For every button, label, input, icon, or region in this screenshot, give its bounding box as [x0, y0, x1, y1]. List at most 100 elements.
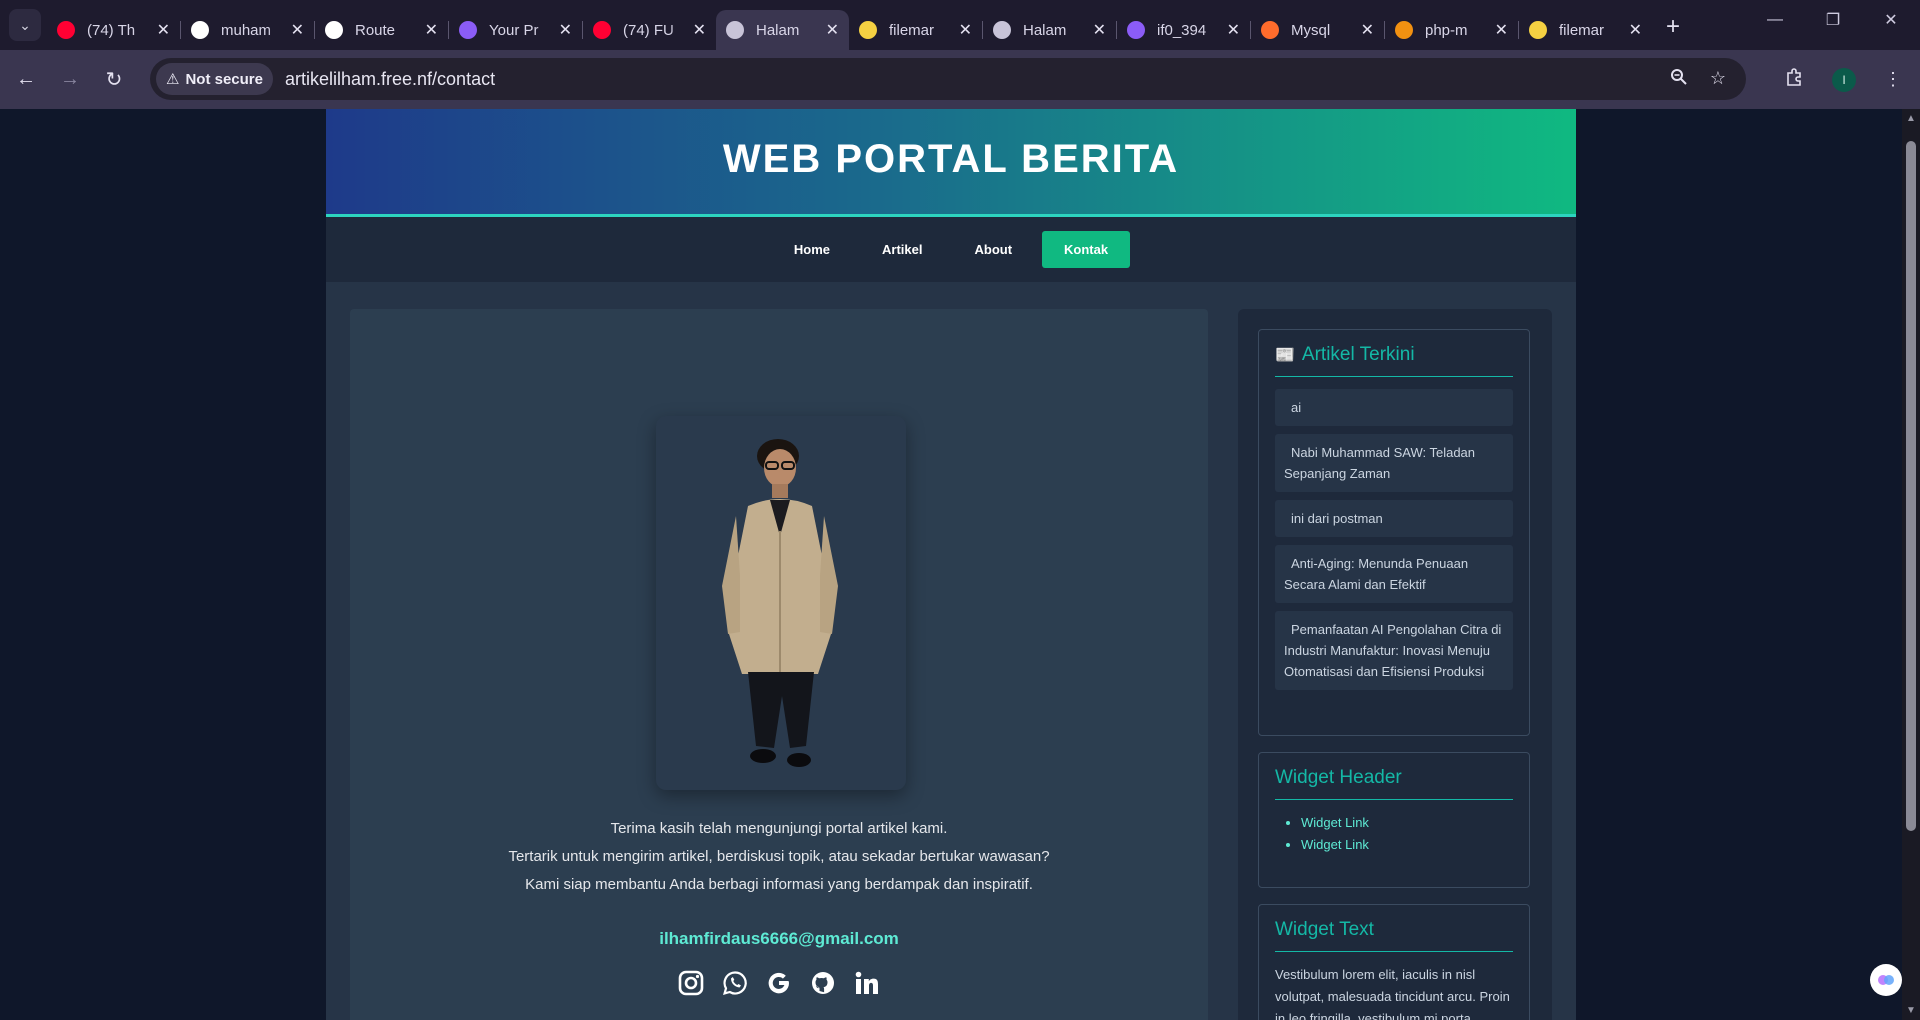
- tab-list: (74) Th ✕ muham ✕ Route ✕ Your Pr ✕ (74) FU ✕ Hala…: [47, 0, 1652, 50]
- back-button[interactable]: ←: [8, 62, 44, 98]
- phpmyadmin-icon: [1395, 21, 1413, 39]
- recent-article-item[interactable]: ini dari postman: [1275, 500, 1513, 537]
- article-list: ai Nabi Muhammad SAW: Teladan Sepanjang Z…: [1259, 389, 1529, 690]
- forward-button[interactable]: →: [52, 62, 88, 98]
- sidebar: 📰 Artikel Terkini ai Nabi Muhammad SAW: T…: [1238, 309, 1552, 1020]
- tab-title: filemar: [1559, 21, 1605, 39]
- recent-article-title: Nabi Muhammad SAW: Teladan Sepanjang Zam…: [1284, 445, 1476, 481]
- site-info-chip[interactable]: ⚠ Not secure: [156, 63, 273, 95]
- whatsapp-icon[interactable]: [720, 968, 750, 998]
- recent-article-title: ini dari postman: [1291, 511, 1383, 526]
- nav-link-about[interactable]: About: [952, 231, 1034, 268]
- github-icon[interactable]: [808, 968, 838, 998]
- contact-email-link[interactable]: ilhamfirdaus6666@gmail.com: [350, 929, 1208, 949]
- google-icon[interactable]: [764, 968, 794, 998]
- tab-title: Halam: [1023, 21, 1067, 39]
- nav-link-artikel[interactable]: Artikel: [860, 231, 944, 268]
- site-title: WEB PORTAL BERITA: [722, 137, 1180, 181]
- browser-tab[interactable]: (74) FU ✕: [583, 10, 716, 50]
- close-tab-icon[interactable]: ✕: [157, 20, 170, 40]
- arrow-left-icon: ←: [16, 68, 36, 90]
- filemanager-icon: [1529, 21, 1547, 39]
- close-tab-icon[interactable]: ✕: [559, 20, 572, 40]
- browser-tab[interactable]: Halam ✕: [716, 10, 849, 50]
- bookmark-star-icon[interactable]: ☆: [1710, 68, 1726, 91]
- recent-article-item[interactable]: Pemanfaatan AI Pengolahan Citra di Indus…: [1275, 611, 1513, 690]
- scroll-up-icon[interactable]: ▲: [1906, 113, 1916, 124]
- widget-title: 📰 Artikel Terkini: [1275, 344, 1513, 377]
- instagram-icon[interactable]: [676, 968, 706, 998]
- browser-tab[interactable]: filemar ✕: [1519, 10, 1652, 50]
- widget-text-box: Widget Text Vestibulum lorem elit, iacul…: [1258, 904, 1530, 1020]
- linkedin-icon[interactable]: [852, 968, 882, 998]
- tab-title: (74) Th: [87, 21, 136, 39]
- close-tab-icon[interactable]: ✕: [1629, 20, 1642, 40]
- widget-link[interactable]: Widget Link: [1301, 812, 1513, 834]
- browser-tab[interactable]: Route ✕: [315, 10, 448, 50]
- browser-tab[interactable]: filemar ✕: [849, 10, 982, 50]
- message-line: Terima kasih telah mengunjungi portal ar…: [610, 820, 948, 837]
- tab-title: if0_394: [1157, 21, 1207, 39]
- tab-title: (74) FU: [623, 21, 674, 39]
- profile-avatar[interactable]: I: [1832, 67, 1856, 92]
- browser-tab-strip: ⌄ (74) Th ✕ muham ✕ Route ✕ Your Pr ✕ (74) FU ✕ Ha…: [0, 0, 1920, 50]
- site-banner: WEB PORTAL BERITA: [326, 109, 1576, 217]
- tab-title: filemar: [889, 21, 935, 39]
- tab-title: Your Pr: [489, 21, 539, 39]
- browser-tab[interactable]: (74) Th ✕: [47, 10, 180, 50]
- browser-tab[interactable]: if0_394 ✕: [1117, 10, 1250, 50]
- close-tab-icon[interactable]: ✕: [1495, 20, 1508, 40]
- profile-photo: [656, 416, 906, 790]
- kebab-menu-icon[interactable]: ⋮: [1884, 69, 1902, 90]
- zoom-icon[interactable]: [1670, 68, 1688, 91]
- close-tab-icon[interactable]: ✕: [959, 20, 972, 40]
- recent-article-item[interactable]: ai: [1275, 389, 1513, 426]
- close-tab-icon[interactable]: ✕: [1227, 20, 1240, 40]
- close-tab-icon[interactable]: ✕: [826, 20, 839, 40]
- infinity-icon: [459, 21, 477, 39]
- warning-icon: ⚠: [166, 71, 180, 88]
- close-window-icon[interactable]: ✕: [1862, 0, 1920, 40]
- browser-tab[interactable]: Your Pr ✕: [449, 10, 582, 50]
- close-tab-icon[interactable]: ✕: [1361, 20, 1374, 40]
- restore-icon[interactable]: ❐: [1804, 0, 1862, 40]
- scroll-down-icon[interactable]: ▼: [1906, 1005, 1916, 1016]
- social-links: [350, 968, 1208, 998]
- floating-extension-icon[interactable]: [1870, 964, 1902, 996]
- tab-search-button[interactable]: ⌄: [9, 9, 41, 41]
- extensions-icon[interactable]: [1784, 67, 1804, 92]
- chevron-down-icon: ⌄: [19, 16, 31, 33]
- site-container: WEB PORTAL BERITA Home Artikel About Kontak: [326, 109, 1576, 1020]
- browser-tab[interactable]: php-m ✕: [1385, 10, 1518, 50]
- reload-icon: ↻: [105, 69, 123, 91]
- new-tab-button[interactable]: +: [1666, 13, 1680, 41]
- tab-title: Halam: [756, 21, 800, 39]
- globe-icon: [726, 21, 744, 39]
- recent-article-item[interactable]: Nabi Muhammad SAW: Teladan Sepanjang Zam…: [1275, 434, 1513, 492]
- nav-link-kontak[interactable]: Kontak: [1042, 231, 1131, 268]
- newspaper-icon: 📰: [1275, 347, 1295, 364]
- scrollbar-thumb[interactable]: [1906, 141, 1916, 831]
- widget-link-list: Widget Link Widget Link: [1301, 812, 1513, 856]
- browser-tab[interactable]: muham ✕: [181, 10, 314, 50]
- reload-button[interactable]: ↻: [96, 62, 132, 98]
- close-tab-icon[interactable]: ✕: [425, 20, 438, 40]
- address-bar[interactable]: ⚠ Not secure artikelilham.free.nf/contac…: [150, 58, 1746, 100]
- filemanager-icon: [859, 21, 877, 39]
- minimize-icon[interactable]: —: [1746, 0, 1804, 40]
- widget-link[interactable]: Widget Link: [1301, 834, 1513, 856]
- widget-title: Widget Header: [1275, 767, 1513, 800]
- contact-message: Terima kasih telah mengunjungi portal ar…: [350, 815, 1208, 899]
- close-tab-icon[interactable]: ✕: [693, 20, 706, 40]
- github-icon: [191, 21, 209, 39]
- close-tab-icon[interactable]: ✕: [291, 20, 304, 40]
- recent-article-item[interactable]: Anti-Aging: Menunda Penuaan Secara Alami…: [1275, 545, 1513, 603]
- tab-title: php-m: [1425, 21, 1468, 39]
- url-text[interactable]: artikelilham.free.nf/contact: [285, 69, 495, 90]
- page-scrollbar[interactable]: ▲ ▼: [1902, 109, 1920, 1020]
- nav-link-home[interactable]: Home: [772, 231, 852, 268]
- browser-tab[interactable]: Halam ✕: [983, 10, 1116, 50]
- close-tab-icon[interactable]: ✕: [1093, 20, 1106, 40]
- browser-tab[interactable]: Mysql ✕: [1251, 10, 1384, 50]
- contact-content: Terima kasih telah mengunjungi portal ar…: [350, 309, 1208, 1020]
